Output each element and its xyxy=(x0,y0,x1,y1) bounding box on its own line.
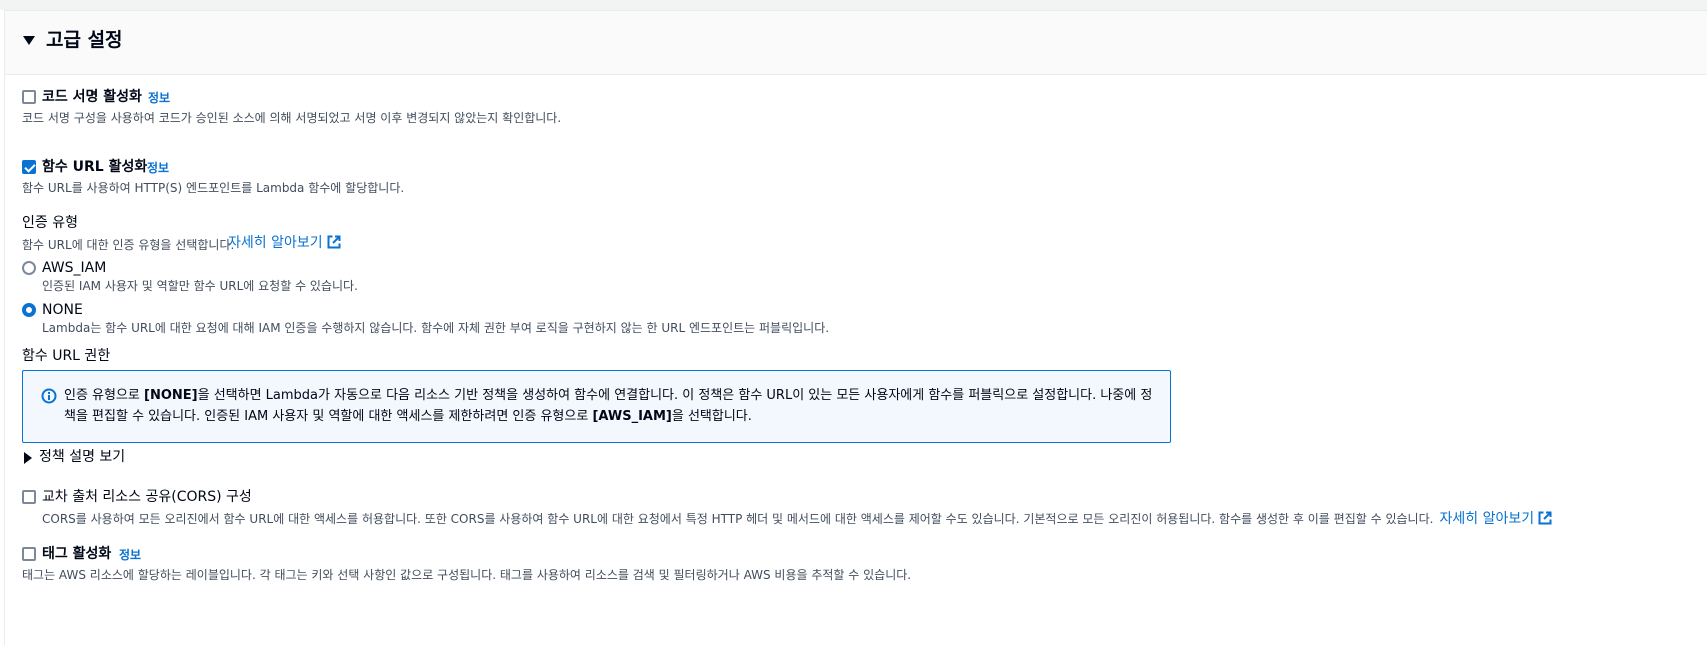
caret-right-icon[interactable] xyxy=(24,452,32,464)
auth-type-none-label[interactable]: NONE xyxy=(42,301,83,319)
external-link-icon xyxy=(327,235,341,249)
permissions-title: 함수 URL 권한 xyxy=(22,348,111,364)
auth-type-aws-iam-description: 인증된 IAM 사용자 및 역할만 함수 URL에 요청할 수 있습니다. xyxy=(42,279,358,293)
function-url-label[interactable]: 함수 URL 활성화 xyxy=(42,158,147,176)
function-url-checkbox[interactable] xyxy=(22,160,36,174)
permissions-info-alert: 인증 유형으로 [NONE]을 선택하면 Lambda가 자동으로 다음 리소스… xyxy=(22,370,1171,443)
cors-description: CORS를 사용하여 모든 오리진에서 함수 URL에 대한 액세스를 허용합니… xyxy=(42,512,1434,526)
alert-text-aws-iam: [AWS_IAM] xyxy=(592,409,672,424)
code-signing-info-link[interactable]: 정보 xyxy=(148,90,170,106)
section-header[interactable]: 고급 설정 xyxy=(5,11,1707,75)
tags-checkbox[interactable] xyxy=(22,547,36,561)
tags-info-link[interactable]: 정보 xyxy=(119,547,141,563)
auth-type-description: 함수 URL에 대한 인증 유형을 선택합니다. xyxy=(22,238,235,252)
code-signing-label[interactable]: 코드 서명 활성화 xyxy=(42,88,142,106)
alert-text-none: [NONE] xyxy=(144,388,198,403)
function-url-info-link[interactable]: 정보 xyxy=(147,160,169,176)
policy-statement-expander[interactable]: 정책 설명 보기 xyxy=(39,448,125,466)
cors-checkbox[interactable] xyxy=(22,490,36,504)
info-icon xyxy=(41,388,57,404)
tags-label[interactable]: 태그 활성화 xyxy=(42,545,111,563)
code-signing-checkbox[interactable] xyxy=(22,90,36,104)
alert-text-part1: 인증 유형으로 xyxy=(64,388,145,403)
caret-down-icon[interactable] xyxy=(23,36,35,45)
auth-type-none-radio[interactable] xyxy=(22,303,36,317)
auth-type-none-description: Lambda는 함수 URL에 대한 요청에 대해 IAM 인증을 수행하지 않… xyxy=(42,321,830,335)
auth-type-aws-iam-radio[interactable] xyxy=(22,261,36,275)
tags-description: 태그는 AWS 리소스에 할당하는 레이블입니다. 각 태그는 키와 선택 사항… xyxy=(22,568,912,582)
auth-type-learn-more-text[interactable]: 자세히 알아보기 xyxy=(228,235,323,251)
cors-label[interactable]: 교차 출처 리소스 공유(CORS) 구성 xyxy=(42,488,252,506)
alert-text: 인증 유형으로 [NONE]을 선택하면 Lambda가 자동으로 다음 리소스… xyxy=(64,385,1156,427)
section-title: 고급 설정 xyxy=(46,29,123,51)
function-url-description: 함수 URL를 사용하여 HTTP(S) 엔드포인트를 Lambda 함수에 할… xyxy=(22,181,405,195)
top-strip xyxy=(0,0,1707,10)
external-link-icon xyxy=(1538,511,1552,525)
auth-type-title: 인증 유형 xyxy=(22,215,78,231)
alert-text-part3: 을 선택합니다. xyxy=(671,409,752,424)
auth-type-learn-more-link[interactable]: 자세히 알아보기 xyxy=(228,234,341,252)
cors-learn-more-link[interactable]: 자세히 알아보기 xyxy=(1440,511,1535,527)
auth-type-aws-iam-label[interactable]: AWS_IAM xyxy=(42,259,106,277)
code-signing-description: 코드 서명 구성을 사용하여 코드가 승인된 소스에 의해 서명되었고 서명 이… xyxy=(22,111,562,125)
cors-description-row: CORS를 사용하여 모든 오리진에서 함수 URL에 대한 액세스를 허용합니… xyxy=(42,508,1552,528)
